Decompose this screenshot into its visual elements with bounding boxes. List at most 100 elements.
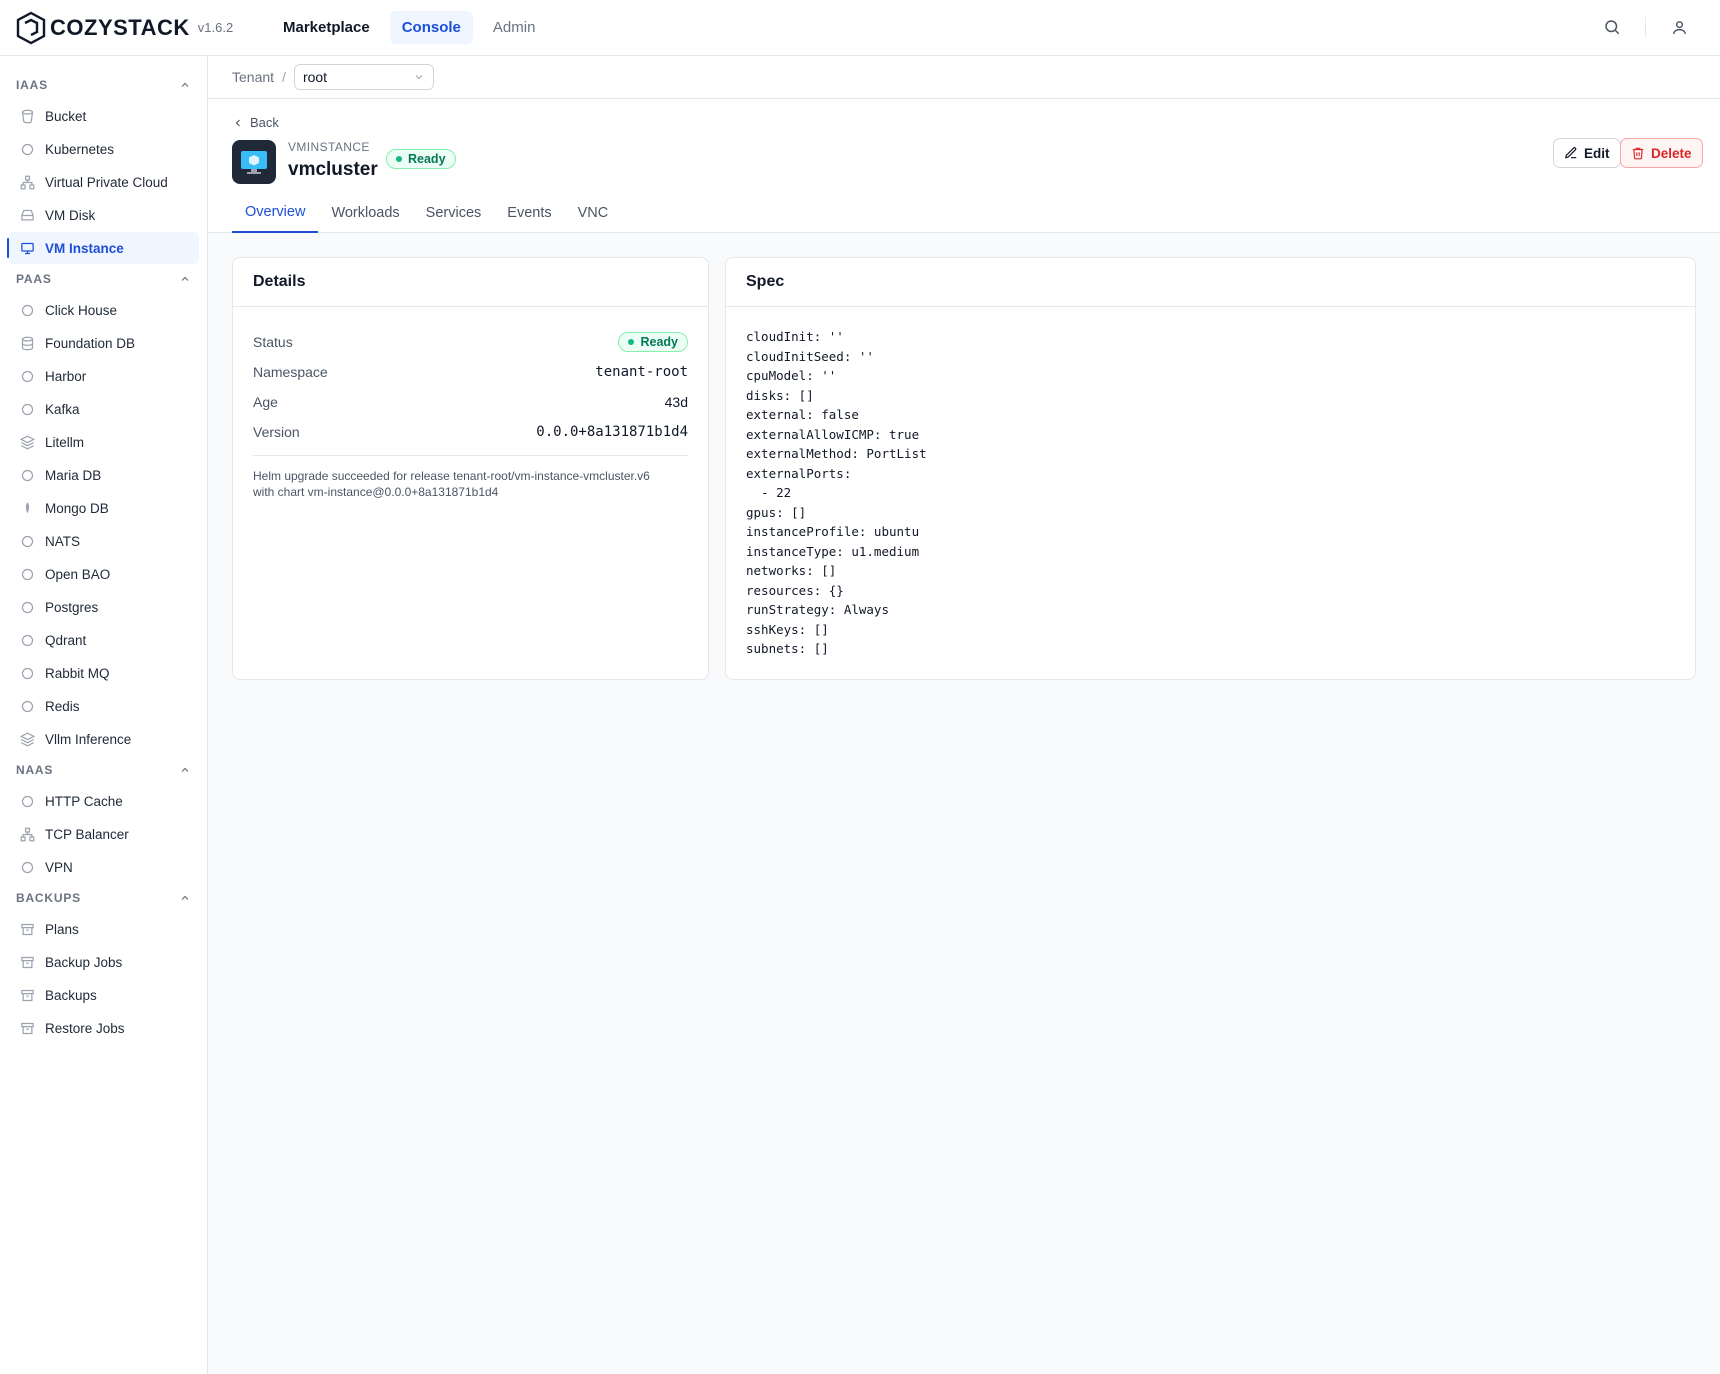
sidebar-item-http-cache[interactable]: HTTP Cache — [8, 785, 199, 817]
sidebar-item-open-bao[interactable]: Open BAO — [8, 558, 199, 590]
leaf-icon — [19, 500, 35, 516]
database-icon — [19, 335, 35, 351]
status-badge-label: Ready — [408, 152, 446, 166]
sidebar-section-iaas[interactable]: IAAS — [0, 74, 207, 96]
sidebar-item-litellm[interactable]: Litellm — [8, 426, 199, 458]
version-label: Version — [253, 424, 300, 440]
search-icon[interactable] — [1601, 16, 1623, 38]
sidebar-item-label: Mongo DB — [45, 500, 109, 516]
chevron-up-icon — [179, 273, 191, 285]
sidebar-item-label: TCP Balancer — [45, 826, 129, 842]
sidebar-item-tcp-balancer[interactable]: TCP Balancer — [8, 818, 199, 850]
details-row-version: Version 0.0.0+8a131871b1d4 — [233, 417, 708, 447]
sidebar-section-title: NAAS — [16, 763, 54, 777]
sidebar-item-label: Backup Jobs — [45, 954, 123, 970]
tab-overview[interactable]: Overview — [232, 195, 319, 233]
sidebar-section-title: IAAS — [16, 78, 48, 92]
sidebar-item-nats[interactable]: NATS — [8, 525, 199, 557]
sidebar-item-qdrant[interactable]: Qdrant — [8, 624, 199, 656]
nginx-icon — [19, 793, 35, 809]
user-icon[interactable] — [1668, 16, 1690, 38]
delete-label: Delete — [1651, 145, 1692, 161]
status-badge: Ready — [386, 149, 456, 169]
monitor-icon — [19, 240, 35, 256]
chevron-up-icon — [179, 892, 191, 904]
status-message: Helm upgrade succeeded for release tenan… — [233, 468, 708, 500]
sidebar-item-restore-jobs[interactable]: Restore Jobs — [8, 1012, 199, 1044]
chevron-down-icon — [415, 75, 423, 80]
back-link[interactable]: Back — [232, 115, 279, 130]
status-label: Status — [253, 334, 293, 350]
bucket-icon — [19, 108, 35, 124]
sidebar-item-label: Litellm — [45, 434, 85, 450]
sidebar-item-vm-disk[interactable]: VM Disk — [8, 199, 199, 231]
app-version: v1.6.2 — [197, 20, 234, 35]
nav-admin[interactable]: Admin — [481, 11, 548, 44]
archive-icon — [19, 954, 35, 970]
sidebar-item-label: Backups — [45, 987, 97, 1003]
sidebar-item-vm-instance[interactable]: VM Instance — [7, 232, 199, 264]
qdrant-icon — [19, 632, 35, 648]
sidebar-section-naas[interactable]: NAAS — [0, 759, 207, 781]
sidebar-item-label: VPN — [45, 859, 73, 875]
tab-services[interactable]: Services — [413, 195, 495, 231]
sidebar-section-backups[interactable]: BACKUPS — [0, 887, 207, 909]
sidebar-item-postgres[interactable]: Postgres — [8, 591, 199, 623]
details-divider — [253, 455, 688, 456]
sidebar-item-label: Foundation DB — [45, 335, 136, 351]
resource-tabs: Overview Workloads Services Events VNC — [232, 195, 621, 233]
sidebar-item-label: Harbor — [45, 368, 87, 384]
sidebar-item-backup-jobs[interactable]: Backup Jobs — [8, 946, 199, 978]
details-card: Details Status Ready Namespace tenant-ro… — [232, 257, 709, 680]
layers-icon — [19, 731, 35, 747]
sidebar-item-rabbit-mq[interactable]: Rabbit MQ — [8, 657, 199, 689]
sidebar-item-backups[interactable]: Backups — [8, 979, 199, 1011]
network-icon — [19, 826, 35, 842]
tenant-select[interactable]: root — [293, 64, 434, 90]
nav-marketplace[interactable]: Marketplace — [271, 11, 382, 44]
age-value: 43d — [664, 394, 688, 410]
sidebar-item-label: Virtual Private Cloud — [45, 174, 168, 190]
sidebar-item-foundation-db[interactable]: Foundation DB — [8, 327, 199, 359]
sidebar-item-vpn[interactable]: VPN — [8, 851, 199, 883]
tab-events[interactable]: Events — [494, 195, 564, 231]
edit-button[interactable]: Edit — [1553, 138, 1621, 168]
details-status-badge: Ready — [618, 332, 688, 352]
sidebar-item-harbor[interactable]: Harbor — [8, 360, 199, 392]
kubernetes-icon — [19, 141, 35, 157]
namespace-label: Namespace — [253, 364, 328, 380]
age-label: Age — [253, 394, 278, 410]
sidebar-item-maria-db[interactable]: Maria DB — [8, 459, 199, 491]
nav-console[interactable]: Console — [389, 11, 473, 44]
sidebar-item-plans[interactable]: Plans — [8, 913, 199, 945]
sidebar-item-virtual-private-cloud[interactable]: Virtual Private Cloud — [8, 166, 199, 198]
sidebar-item-label: VM Disk — [45, 207, 96, 223]
chevron-up-icon — [179, 764, 191, 776]
sidebar-item-label: Vllm Inference — [45, 731, 132, 747]
sidebar-item-redis[interactable]: Redis — [8, 690, 199, 722]
version-value: 0.0.0+8a131871b1d4 — [536, 424, 688, 440]
sidebar-item-kafka[interactable]: Kafka — [8, 393, 199, 425]
sidebar-section-title: BACKUPS — [16, 891, 81, 905]
delete-button[interactable]: Delete — [1620, 138, 1703, 168]
redis-icon — [19, 698, 35, 714]
trash-icon — [1632, 147, 1644, 160]
details-row-status: Status Ready — [233, 327, 708, 357]
breadcrumb-tenant[interactable]: Tenant — [232, 69, 274, 85]
sidebar-item-kubernetes[interactable]: Kubernetes — [8, 133, 199, 165]
edit-icon — [1564, 147, 1577, 159]
harbor-icon — [19, 368, 35, 384]
chevron-left-icon — [235, 119, 240, 126]
sidebar-item-mongo-db[interactable]: Mongo DB — [8, 492, 199, 524]
network-icon — [19, 174, 35, 190]
brand-name: COZYSTACK — [50, 14, 190, 40]
edit-label: Edit — [1584, 145, 1610, 161]
brand[interactable]: COZYSTACK v1.6.2 — [16, 11, 241, 45]
sidebar-item-click-house[interactable]: Click House — [8, 294, 199, 326]
sidebar-item-vllm-inference[interactable]: Vllm Inference — [8, 723, 199, 755]
sidebar-section-paas[interactable]: PAAS — [0, 268, 207, 290]
sidebar-item-bucket[interactable]: Bucket — [8, 100, 199, 132]
sidebar-item-label: VM Instance — [45, 240, 124, 256]
tab-vnc[interactable]: VNC — [565, 195, 622, 231]
tab-workloads[interactable]: Workloads — [318, 195, 412, 231]
